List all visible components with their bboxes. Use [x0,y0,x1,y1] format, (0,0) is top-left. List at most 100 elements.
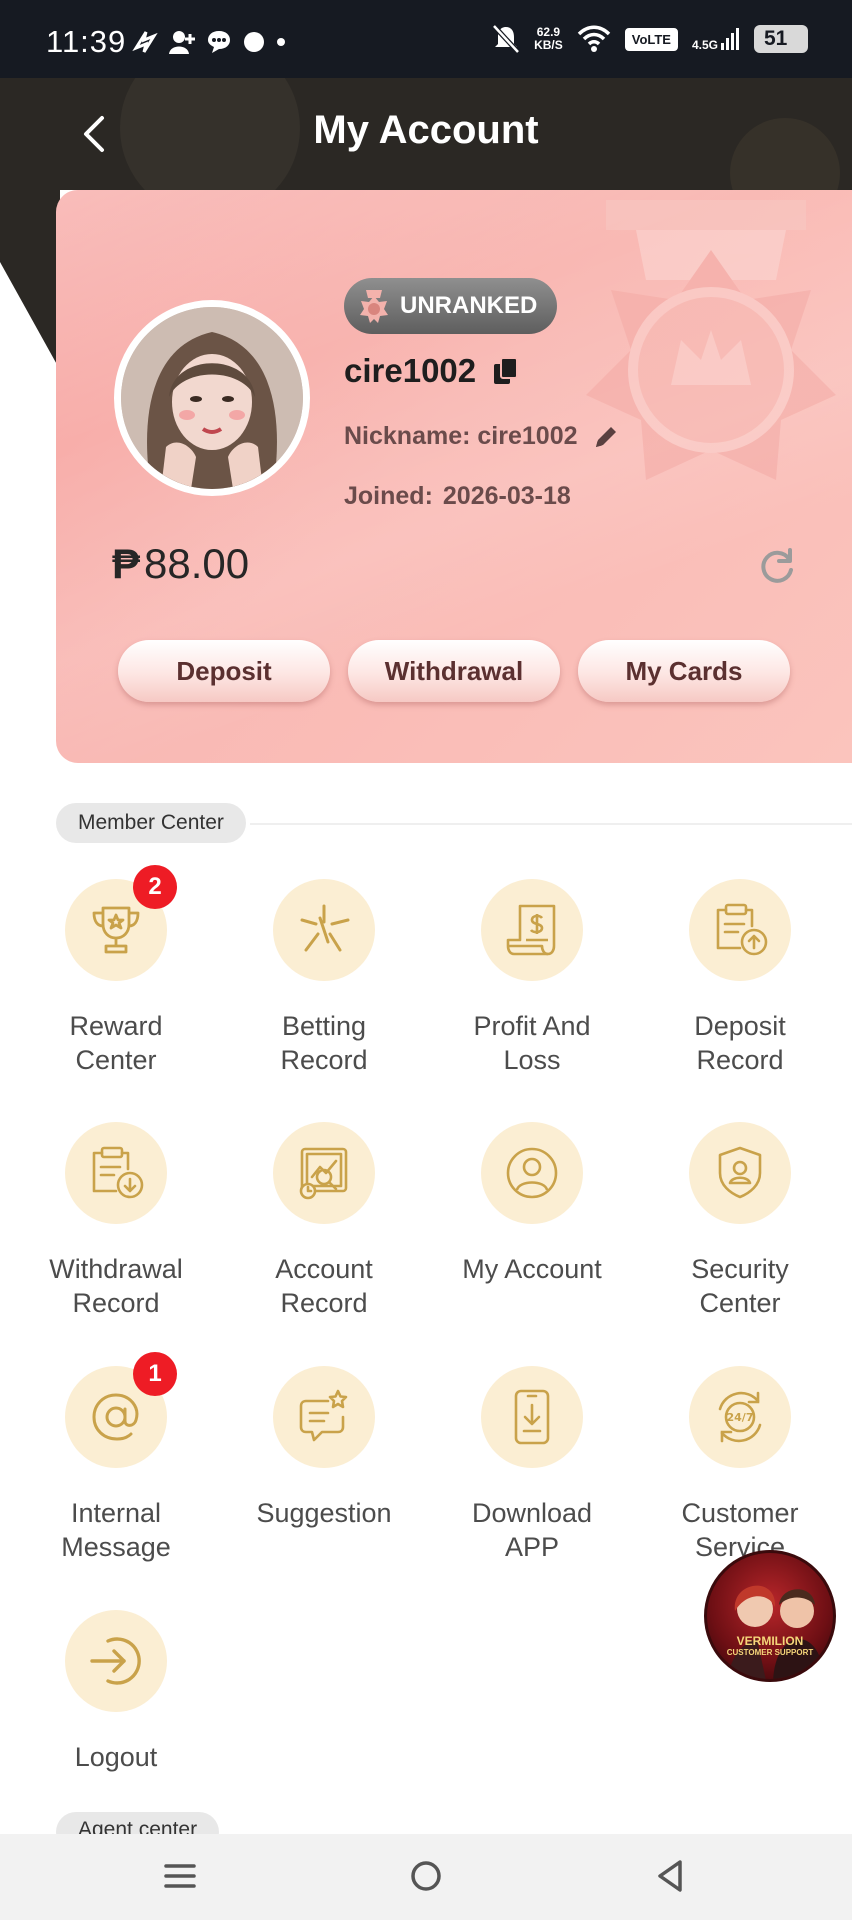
notification-badge: 1 [133,1352,177,1396]
grid-label-line: Customer [681,1498,799,1528]
grid-item-deposit-record[interactable]: Deposit Record [636,879,844,1077]
grid-label-line: APP [504,1532,560,1562]
grid-label-line: Deposit [694,1011,786,1041]
currency-symbol: ₱ [112,540,141,587]
edit-pencil-icon[interactable] [592,423,620,451]
network-type: 4.5G [691,38,718,52]
floating-support-label: VERMILION CUSTOMER SUPPORT [707,1635,833,1659]
mute-bell-icon [492,24,520,54]
grid-item-betting-record[interactable]: Betting Record [220,879,428,1077]
grid-label-line: Record [280,1288,368,1318]
grid-label-line: Reward [69,1011,163,1041]
grid-item-label: Security Center [636,1252,844,1320]
joined-date: 2026-03-18 [442,482,571,510]
grid-item-label: Customer Service [636,1496,844,1564]
my-cards-button[interactable]: My Cards [578,640,790,702]
joined-label: Joined: [344,482,433,510]
status-system-icons: 62.9 KB/S VoLTE 4.5G 51 [492,24,808,54]
logout-icon [65,1610,167,1712]
grid-item-label: My Account [462,1254,602,1284]
grid-label-line: Record [696,1045,784,1075]
rank-label: UNRANKED [400,292,538,319]
chat-icon [208,31,230,53]
floating-customer-support-button[interactable]: VERMILION CUSTOMER SUPPORT [704,1550,836,1682]
trophy-icon: 2 [65,865,177,981]
clipboard-download-icon [65,1122,167,1224]
rank-badge: UNRANKED [344,278,558,334]
grid-item-internal-message[interactable]: 1 Internal Message [12,1352,220,1564]
grid-item-label: Account Record [220,1252,428,1320]
grid-label-line: Account [275,1254,373,1284]
svg-text:24/7: 24/7 [727,1411,754,1424]
shield-user-icon [689,1122,791,1224]
grid-item-customer-service[interactable]: 24/7 Customer Service [636,1366,844,1564]
nickname-text: Nickname: cire1002 [344,422,578,451]
balance-amount: 88.00 [144,540,250,587]
grid-item-my-account[interactable]: My Account [428,1122,636,1286]
circle-icon [244,32,264,52]
page-title: My Account [313,108,539,152]
profile-card: UNRANKED cire1002 Nickname: cire1002 Joi… [56,190,852,763]
sparkle-icon [273,879,375,981]
grid-item-label: Betting Record [220,1009,428,1077]
withdrawal-button[interactable]: Withdrawal [348,640,560,702]
system-nav-bar [0,1834,852,1920]
add-user-icon [169,31,195,54]
support-agents-image [727,1585,824,1679]
home-button[interactable] [404,1854,448,1898]
floating-support-line1: VERMILION [736,1634,804,1648]
grid-item-label: Withdrawal Record [12,1252,220,1320]
notification-badge: 2 [133,865,177,909]
header-decoration [0,190,60,370]
grid-item-label: Reward Center [12,1009,220,1077]
bolt-icon [132,31,158,53]
status-time: 11:39 [46,24,127,59]
grid-item-withdrawal-record[interactable]: Withdrawal Record [12,1122,220,1320]
joined-row: Joined: 2026-03-18 [344,482,571,511]
wallet-actions: Deposit Withdrawal My Cards [118,640,790,702]
refresh-icon[interactable] [756,546,798,588]
username-row: cire1002 [344,352,520,390]
signal-icon [721,28,739,50]
recent-apps-button[interactable] [158,1854,202,1898]
receipt-dollar-icon [481,879,583,981]
deposit-button[interactable]: Deposit [118,640,330,702]
grid-item-download-app[interactable]: Download APP [428,1366,636,1564]
avatar-image [121,307,303,489]
grid-label-line: Security [691,1254,789,1284]
cell-signal: 4.5G [692,27,740,51]
grid-label-line: Profit And [473,1011,591,1041]
grid-item-security-center[interactable]: Security Center [636,1122,844,1320]
at-sign-icon: 1 [65,1352,177,1468]
grid-item-reward-center[interactable]: 2 Reward Center [12,865,220,1077]
copy-icon[interactable] [492,356,520,386]
battery-indicator: 51 [754,25,808,53]
grid-item-suggestion[interactable]: Suggestion [220,1366,428,1530]
chat-star-icon [273,1366,375,1468]
grid-item-logout[interactable]: Logout [12,1610,220,1774]
back-nav-button[interactable] [648,1854,692,1898]
grid-item-label: Profit And Loss [428,1009,636,1077]
app-header: My Account [0,78,852,190]
net-speed: 62.9 KB/S [534,26,563,52]
grid-item-profit-and-loss[interactable]: Profit And Loss [428,879,636,1077]
avatar[interactable] [114,300,310,496]
grid-item-label: Logout [74,1742,158,1772]
grid-label-line: Center [699,1288,781,1318]
clipboard-upload-icon [689,879,791,981]
grid-label-line: Record [280,1045,368,1075]
grid-item-account-record[interactable]: Account Record [220,1122,428,1320]
wifi-icon [577,25,610,52]
grid-label-line: Betting [281,1011,367,1041]
section-divider [250,823,852,825]
grid-label-line: Record [72,1288,160,1318]
medal-decoration [586,200,836,480]
grid-label-line: Message [61,1532,171,1562]
account-chart-icon [273,1122,375,1224]
grid-label-line: Download [471,1498,593,1528]
nickname-label: Nickname: [344,422,471,450]
grid-item-label: Download APP [428,1496,636,1564]
status-bar: 11:39 62.9 KB/S VoLTE 4.5G 51 [0,0,852,78]
nickname-value: cire1002 [477,422,578,450]
grid-label-line: Internal [70,1498,162,1528]
